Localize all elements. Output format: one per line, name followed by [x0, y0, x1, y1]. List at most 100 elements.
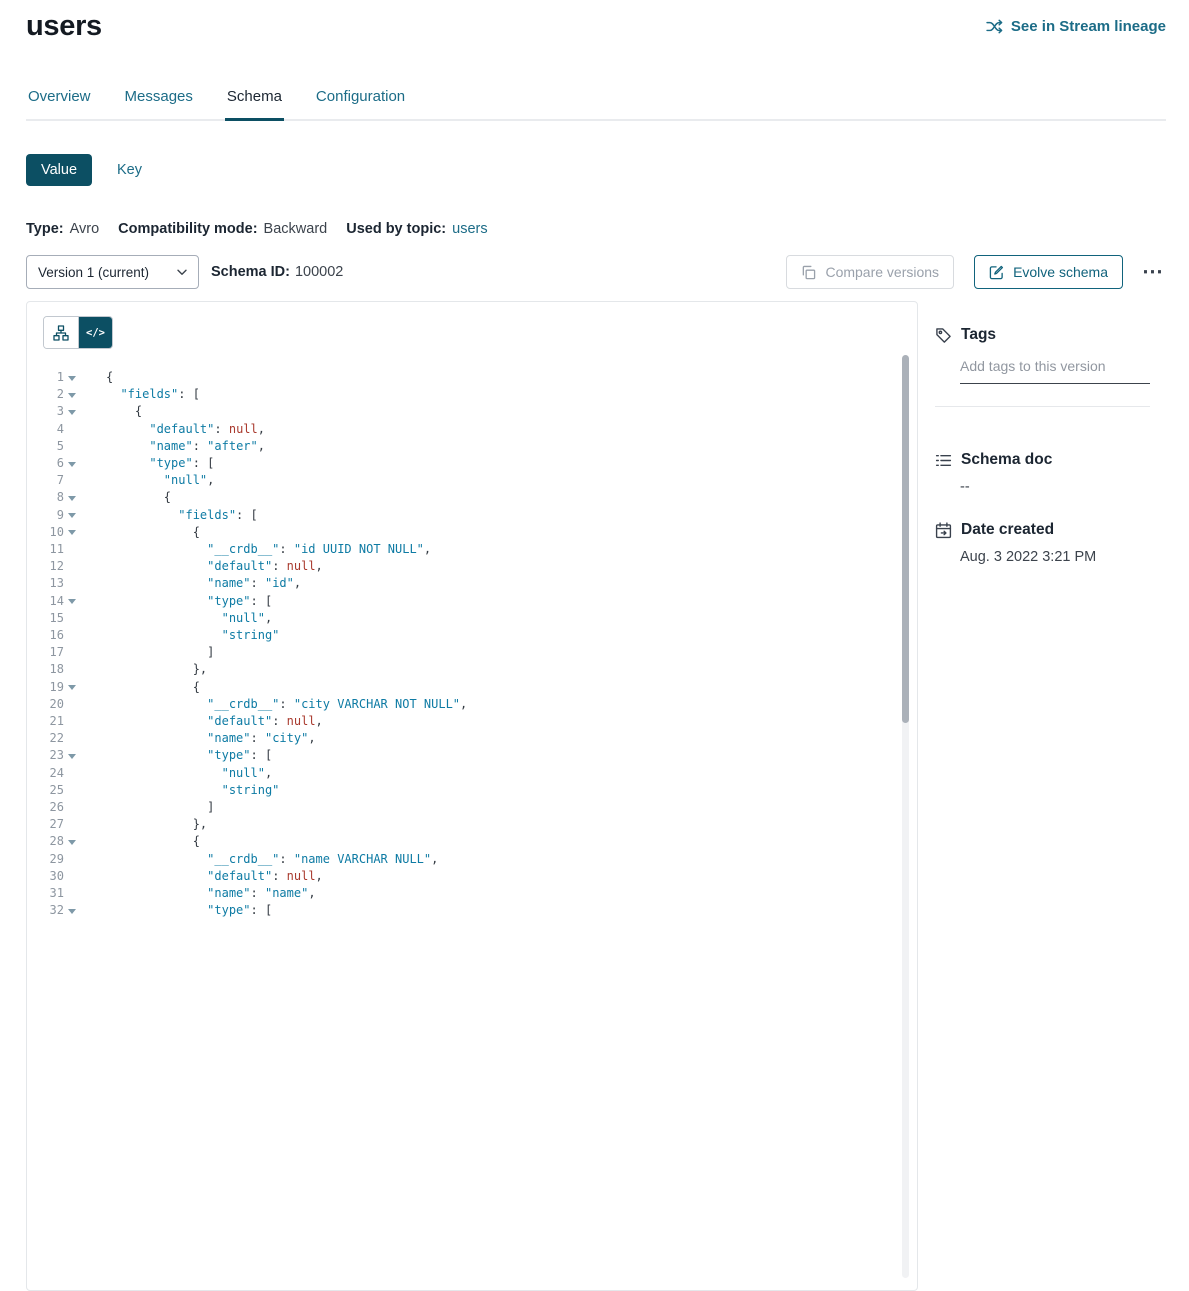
fold-spacer — [64, 610, 80, 627]
fold-arrow-icon[interactable] — [64, 455, 80, 472]
line-number: 3 — [27, 403, 64, 420]
value-toggle-button[interactable]: Value — [26, 154, 92, 186]
fold-arrow-icon[interactable] — [64, 593, 80, 610]
code-line: 25 "string" — [27, 782, 917, 799]
line-number: 20 — [27, 696, 64, 713]
code-line: 14 "type": [ — [27, 593, 917, 610]
fold-arrow-icon[interactable] — [64, 747, 80, 764]
code-text: "__crdb__": "city VARCHAR NOT NULL", — [80, 696, 467, 713]
code-line: 16 "string" — [27, 627, 917, 644]
fold-spacer — [64, 816, 80, 833]
code-text: }, — [80, 661, 207, 678]
code-line: 24 "null", — [27, 765, 917, 782]
code-text: "null", — [80, 472, 214, 489]
code-text: { — [80, 489, 171, 506]
fold-arrow-icon[interactable] — [64, 679, 80, 696]
compare-versions-button[interactable]: Compare versions — [786, 255, 954, 289]
schema-code-editor[interactable]: 1{2 "fields": [3 {4 "default": null,5 "n… — [27, 369, 917, 920]
code-line: 1{ — [27, 369, 917, 386]
topic-link[interactable]: users — [452, 221, 487, 237]
fold-spacer — [64, 558, 80, 575]
code-line: 6 "type": [ — [27, 455, 917, 472]
fold-spacer — [64, 541, 80, 558]
code-line: 7 "null", — [27, 472, 917, 489]
fold-arrow-icon[interactable] — [64, 386, 80, 403]
fold-spacer — [64, 868, 80, 885]
code-line: 5 "name": "after", — [27, 438, 917, 455]
schema-doc-section: Schema doc -- — [935, 451, 1166, 495]
code-text: "null", — [80, 765, 272, 782]
schema-id-value: 100002 — [295, 264, 343, 280]
code-text: "__crdb__": "name VARCHAR NULL", — [80, 851, 438, 868]
fold-spacer — [64, 438, 80, 455]
evolve-schema-button[interactable]: Evolve schema — [974, 255, 1123, 289]
meta-compatibility: Compatibility mode:Backward — [118, 221, 327, 237]
editor-scrollbar-track[interactable] — [902, 355, 909, 1278]
fold-spacer — [64, 421, 80, 438]
line-number: 32 — [27, 902, 64, 919]
code-text: "name": "city", — [80, 730, 316, 747]
line-number: 1 — [27, 369, 64, 386]
stream-lineage-icon — [986, 19, 1003, 34]
schema-doc-header: Schema doc — [935, 451, 1166, 469]
tree-view-button[interactable] — [44, 317, 78, 348]
schema-content: </> 1{2 "fields": [3 {4 "default": null,… — [26, 301, 1166, 1291]
tab-messages[interactable]: Messages — [123, 88, 195, 119]
tab-configuration[interactable]: Configuration — [314, 88, 407, 119]
schema-page: users See in Stream lineage Overview Mes… — [0, 0, 1189, 1291]
line-number: 10 — [27, 524, 64, 541]
page-title: users — [26, 10, 102, 43]
fold-spacer — [64, 885, 80, 902]
tags-input[interactable] — [960, 358, 1150, 384]
line-number: 13 — [27, 575, 64, 592]
schema-editor-panel: </> 1{2 "fields": [3 {4 "default": null,… — [26, 301, 918, 1291]
fold-arrow-icon[interactable] — [64, 369, 80, 386]
tab-bar: Overview Messages Schema Configuration — [26, 88, 1166, 121]
line-number: 24 — [27, 765, 64, 782]
code-text: }, — [80, 816, 207, 833]
code-text: "name": "id", — [80, 575, 301, 592]
more-options-button[interactable]: ⋯ — [1140, 262, 1166, 282]
code-text: "type": [ — [80, 455, 214, 472]
line-number: 16 — [27, 627, 64, 644]
fold-arrow-icon[interactable] — [64, 524, 80, 541]
fold-spacer — [64, 661, 80, 678]
date-created-section: Date created Aug. 3 2022 3:21 PM — [935, 521, 1166, 565]
tag-icon — [935, 327, 952, 344]
fold-arrow-icon[interactable] — [64, 507, 80, 524]
code-text: "name": "after", — [80, 438, 265, 455]
editor-scrollbar-thumb[interactable] — [902, 355, 909, 723]
key-toggle-button[interactable]: Key — [117, 162, 142, 178]
lineage-link-label: See in Stream lineage — [1011, 18, 1166, 35]
code-text: "fields": [ — [80, 507, 258, 524]
code-text: "type": [ — [80, 902, 272, 919]
tab-schema[interactable]: Schema — [225, 88, 284, 119]
meta-compatibility-value: Backward — [264, 221, 328, 237]
line-number: 29 — [27, 851, 64, 868]
fold-arrow-icon[interactable] — [64, 489, 80, 506]
line-number: 17 — [27, 644, 64, 661]
fold-arrow-icon[interactable] — [64, 403, 80, 420]
code-text: "null", — [80, 610, 272, 627]
fold-spacer — [64, 730, 80, 747]
code-line: 28 { — [27, 833, 917, 850]
schema-sidebar: Tags Schema doc -- — [918, 301, 1166, 565]
see-in-stream-lineage-link[interactable]: See in Stream lineage — [986, 18, 1166, 35]
code-text: "fields": [ — [80, 386, 200, 403]
chevron-down-icon — [177, 269, 187, 276]
version-select[interactable]: Version 1 (current) — [26, 255, 199, 289]
version-toolbar: Version 1 (current) Schema ID:100002 Com… — [26, 255, 1166, 289]
code-view-button[interactable]: </> — [78, 317, 112, 348]
code-line: 11 "__crdb__": "id UUID NOT NULL", — [27, 541, 917, 558]
fold-arrow-icon[interactable] — [64, 833, 80, 850]
calendar-icon — [935, 522, 952, 539]
tree-view-icon — [53, 325, 69, 341]
version-select-value: Version 1 (current) — [38, 265, 149, 280]
fold-spacer — [64, 644, 80, 661]
code-text: "default": null, — [80, 421, 265, 438]
tab-overview[interactable]: Overview — [26, 88, 93, 119]
code-line: 10 { — [27, 524, 917, 541]
code-text: "type": [ — [80, 593, 272, 610]
editor-view-toggle: </> — [43, 316, 113, 349]
fold-arrow-icon[interactable] — [64, 902, 80, 919]
